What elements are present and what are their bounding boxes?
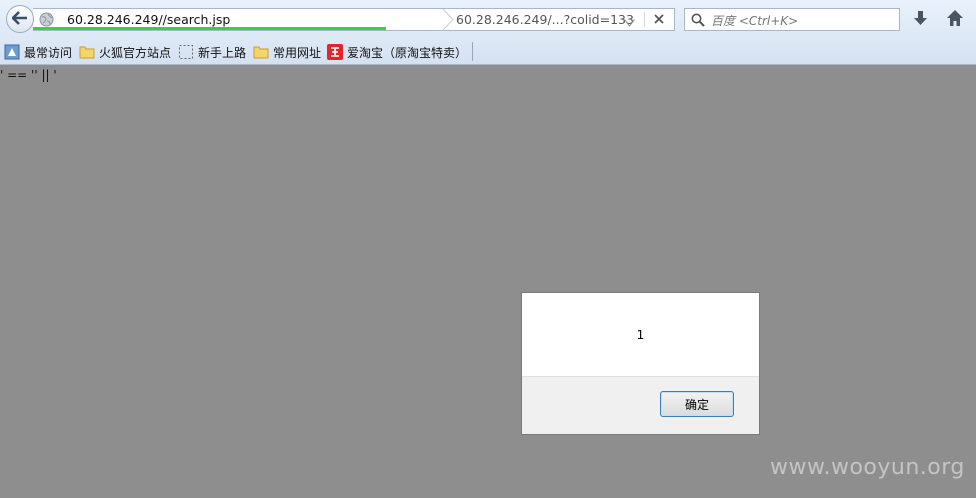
bookmark-label: 常用网址 [273, 45, 322, 60]
download-icon[interactable] [912, 10, 929, 30]
url-divider [442, 8, 454, 31]
dashed-page-icon [178, 44, 194, 60]
history-dropdown-icon[interactable] [624, 16, 635, 30]
url-text[interactable]: 60.28.246.249//search.jsp [67, 12, 230, 27]
bookmarks-toolbar: 最常访问 火狐官方站点 新手上路 常用网址 爱淘宝（原淘宝特卖） [0, 38, 976, 65]
stop-separator [644, 12, 645, 27]
bookmark-most-visited[interactable]: 最常访问 [4, 43, 72, 61]
bookmark-firefox-official[interactable]: 火狐官方站点 [79, 43, 171, 61]
ok-button[interactable]: 确定 [660, 391, 734, 417]
autocomplete-suggestion[interactable]: 60.28.246.249/...?colid=133 [456, 12, 634, 27]
home-icon[interactable] [946, 9, 964, 30]
stop-icon[interactable] [653, 13, 665, 28]
folder-icon [79, 44, 95, 60]
alert-dialog: 1 确定 [521, 292, 760, 435]
bookmark-label: 火狐官方站点 [99, 45, 172, 60]
back-arrow-icon [11, 10, 28, 28]
search-icon [691, 13, 705, 30]
alert-message: 1 [636, 327, 645, 342]
alert-footer: 确定 [522, 376, 759, 434]
bookmark-label: 新手上路 [198, 45, 247, 60]
search-input[interactable]: 百度 <Ctrl+K> [684, 8, 900, 31]
watermark: www.wooyun.org [770, 455, 965, 480]
navigation-toolbar: 60.28.246.249//search.jsp 60.28.246.249/… [0, 0, 976, 38]
page-body-text: ' == '' || ' [0, 68, 57, 82]
search-placeholder: 百度 <Ctrl+K> [711, 14, 799, 28]
taobao-icon [327, 44, 343, 60]
most-visited-icon [4, 44, 20, 60]
bookmark-taobao[interactable]: 爱淘宝（原淘宝特卖） [327, 43, 467, 61]
bookmark-label: 最常访问 [24, 45, 73, 60]
page-load-progress [33, 27, 386, 30]
bookmarks-separator [472, 42, 473, 61]
back-button[interactable] [6, 5, 34, 33]
folder-icon [253, 44, 269, 60]
url-bar[interactable]: 60.28.246.249//search.jsp 60.28.246.249/… [33, 8, 675, 31]
bookmark-label: 爱淘宝（原淘宝特卖） [347, 45, 468, 60]
bookmark-common-sites[interactable]: 常用网址 [253, 43, 321, 61]
bookmark-getting-started[interactable]: 新手上路 [178, 43, 246, 61]
